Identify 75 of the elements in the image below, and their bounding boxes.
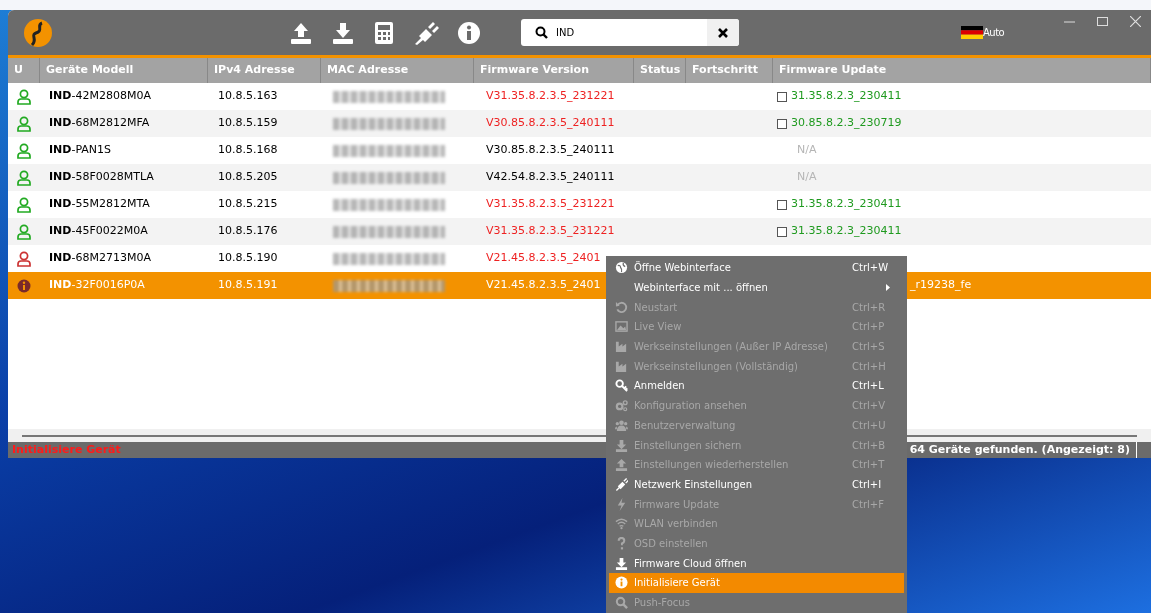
table-row[interactable]: IND-45F0022M0A 10.8.5.176 V31.35.8.2.3.5_231221 31.35.8.2.3_230411	[8, 218, 1151, 245]
checkbox[interactable]	[777, 91, 787, 102]
table-cell: 10.8.5.163	[218, 89, 278, 103]
plug-icon	[615, 477, 628, 491]
search-field[interactable]: IND	[521, 19, 739, 46]
menu-item[interactable]: Netzwerk Einstellungen Ctrl+I	[609, 474, 904, 495]
users-icon	[615, 418, 628, 432]
table-cell: IND-32F0016P0A	[49, 278, 145, 292]
download-icon[interactable]	[331, 20, 355, 45]
table-row[interactable]: IND-58F0028MTLA 10.8.5.205 V42.54.8.2.3.5_240111 N/A	[8, 164, 1151, 191]
info-icon[interactable]	[457, 20, 481, 45]
table-cell: 10.8.5.190	[218, 251, 278, 265]
lightning-icon	[615, 497, 628, 511]
factory-icon	[615, 359, 628, 373]
upload-icon	[615, 458, 628, 472]
table-cell: N/A	[797, 169, 817, 186]
table-cell: N/A	[797, 142, 817, 159]
menu-item[interactable]: Initialisiere Gerät	[609, 573, 904, 593]
table-cell: V31.35.8.2.3.5_231221	[486, 197, 615, 211]
clear-icon[interactable]	[718, 27, 728, 38]
table-cell: IND-68M2713M0A	[49, 251, 151, 265]
search-input[interactable]: IND	[556, 25, 686, 40]
language-dropdown[interactable]: Auto	[983, 25, 1013, 40]
calculator-icon[interactable]	[373, 20, 395, 45]
globe-icon	[615, 261, 628, 275]
gears-icon	[615, 399, 628, 413]
table-cell: IND-68M2812MFA	[49, 116, 150, 130]
key-icon	[615, 379, 628, 393]
table-cell: 10.8.5.191	[218, 278, 278, 292]
table-cell: 10.8.5.215	[218, 197, 278, 211]
menu-item[interactable]: Firmware Cloud öffnen	[609, 553, 904, 573]
table-cell: 10.8.5.176	[218, 224, 278, 238]
status-message: Initialisiere Gerät	[12, 441, 121, 458]
table-cell: V30.85.8.2.3.5_240111	[486, 116, 615, 130]
search-icon	[615, 596, 628, 610]
german-flag-icon	[961, 26, 983, 39]
table-cell: IND-42M2808M0A	[49, 89, 151, 103]
table-cell: _r19238_fe	[910, 277, 972, 294]
info-icon	[615, 576, 628, 590]
device-count: 64 Geräte gefunden. (Angezeigt: 8)	[909, 441, 1137, 458]
table-cell: 31.35.8.2.3_230411	[791, 223, 902, 240]
table-cell: 31.35.8.2.3_230411	[791, 196, 902, 213]
wifi-icon	[615, 517, 628, 531]
table-cell: 30.85.8.2.3_230719	[791, 115, 902, 132]
table-cell: IND-45F0022M0A	[49, 224, 148, 238]
table-cell: IND-55M2812MTA	[49, 197, 150, 211]
logo-icon	[22, 16, 54, 49]
close-icon[interactable]	[1130, 16, 1141, 27]
refresh-icon	[615, 300, 628, 314]
table-cell: V21.45.8.2.3.5_2401	[486, 251, 601, 265]
table-cell: V30.85.8.2.3.5_240111	[486, 143, 615, 157]
search-icon	[535, 26, 548, 39]
image-icon	[615, 320, 628, 334]
checkbox[interactable]	[777, 118, 787, 129]
table-cell: IND-PAN1S	[49, 143, 112, 157]
question-mark-icon	[615, 536, 628, 550]
menu-item[interactable]: Webinterface mit ... öffnen	[609, 277, 904, 298]
maximize-icon[interactable]	[1097, 16, 1108, 27]
table-cell: V31.35.8.2.3.5_231221	[486, 89, 615, 103]
checkbox[interactable]	[777, 199, 787, 210]
menu-item[interactable]: Anmelden Ctrl+L	[609, 376, 904, 396]
plug-icon[interactable]	[413, 20, 439, 45]
factory-icon	[615, 340, 628, 354]
table-cell: V31.35.8.2.3.5_231221	[486, 224, 615, 238]
table-row[interactable]: IND-68M2812MFA 10.8.5.159 V30.85.8.2.3.5_240111 30.85.8.2.3_230719	[8, 110, 1151, 137]
table-cell: 10.8.5.168	[218, 143, 278, 157]
table-cell: 10.8.5.205	[218, 170, 278, 184]
download-icon	[615, 556, 628, 570]
table-cell: 31.35.8.2.3_230411	[791, 88, 902, 105]
table-cell: 10.8.5.159	[218, 116, 278, 130]
table-cell: IND-58F0028MTLA	[49, 170, 154, 184]
download-icon	[615, 438, 628, 452]
checkbox[interactable]	[777, 226, 787, 237]
table-cell: V21.45.8.2.3.5_2401	[486, 278, 601, 292]
table-cell: V42.54.8.2.3.5_240111	[486, 170, 615, 184]
